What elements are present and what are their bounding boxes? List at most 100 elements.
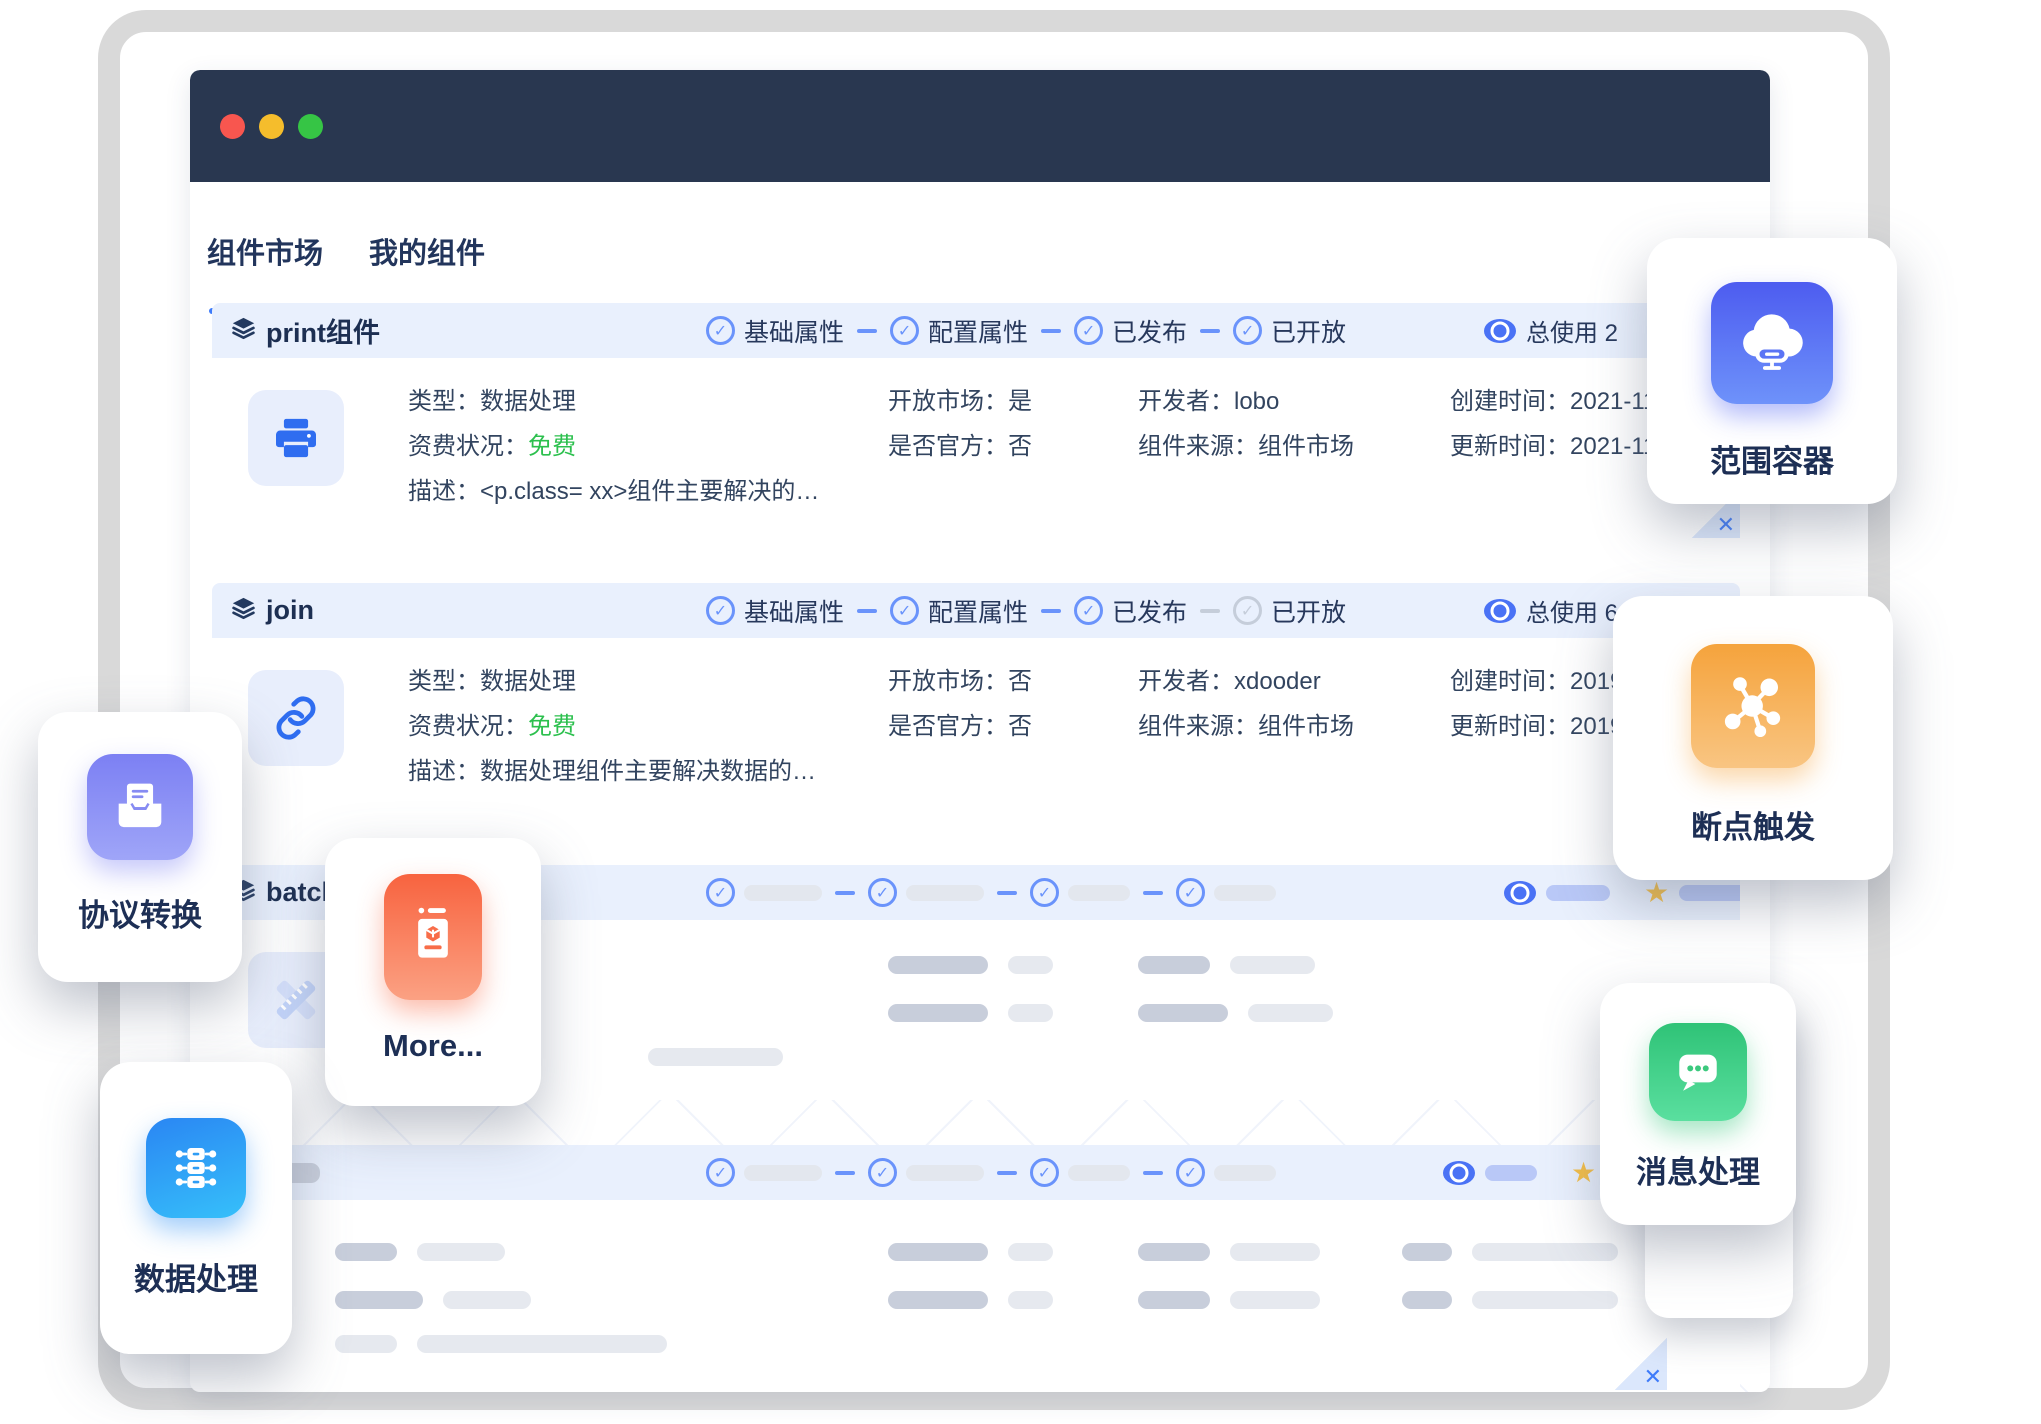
- star-icon: ★: [1571, 1159, 1596, 1187]
- card-header: print组件 ✓基础属性 ✓配置属性 ✓已发布 ✓已开放 总使用 2 ★ 总评: [212, 303, 1740, 358]
- close-window-button[interactable]: [220, 114, 245, 139]
- check-circle-icon: ✓: [890, 316, 919, 345]
- skeleton-row: [1138, 1291, 1320, 1309]
- step-connector: [997, 1171, 1017, 1175]
- skeleton-row: [335, 1291, 531, 1309]
- field-official: 是否官方：否: [888, 433, 1032, 460]
- check-circle-icon: ✓: [1233, 316, 1262, 345]
- check-circle-icon: ✓: [868, 1158, 897, 1187]
- step-connector: [997, 891, 1017, 895]
- step-published: ✓已发布: [1074, 313, 1187, 349]
- card-header: join ✓基础属性 ✓配置属性 ✓已发布 ✓已开放 总使用 6 ★ 总评: [212, 583, 1740, 638]
- window-titlebar: [190, 70, 1770, 182]
- card-title: join: [266, 595, 314, 626]
- card-title: print组件: [266, 311, 380, 350]
- close-icon[interactable]: ✕: [1717, 512, 1735, 538]
- floating-card-data-processing[interactable]: 数据处理: [100, 1062, 292, 1354]
- skeleton-row: [335, 1243, 505, 1261]
- tab-bar: 组件市场 我的组件: [207, 230, 485, 314]
- step-opened: ✓已开放: [1233, 313, 1346, 349]
- skeleton-bar: [1068, 1165, 1130, 1181]
- check-circle-icon: ✓: [706, 1158, 735, 1187]
- check-circle-icon: ✓: [1030, 1158, 1059, 1187]
- skeleton-row: [888, 956, 1053, 974]
- skeleton-bar: [1546, 885, 1610, 901]
- eye-icon: [1484, 319, 1516, 343]
- step-basic-attrs: ✓基础属性: [706, 593, 844, 629]
- check-circle-icon: ✓: [706, 878, 735, 907]
- floating-card-label: 数据处理: [134, 1254, 258, 1299]
- skeleton-bar: [906, 885, 984, 901]
- skeleton-row: [1138, 1243, 1320, 1261]
- skeleton-row: [888, 1291, 1053, 1309]
- eye-icon: [1504, 881, 1536, 905]
- component-card-join[interactable]: join ✓基础属性 ✓配置属性 ✓已发布 ✓已开放 总使用 6 ★ 总评: [212, 583, 1740, 818]
- step-config-attrs: ✓配置属性: [890, 593, 1028, 629]
- floating-card-breakpoint-trigger[interactable]: 断点触发: [1613, 596, 1893, 880]
- field-fee: 资费状况：免费: [408, 713, 816, 740]
- check-circle-icon: ✓: [1074, 596, 1103, 625]
- step-connector: [1143, 891, 1163, 895]
- step-opened-pending: ✓已开放: [1233, 593, 1346, 629]
- floating-card-scope-container[interactable]: 范围容器: [1647, 238, 1897, 504]
- component-card-skeleton[interactable]: ✓ ✓ ✓ ✓ ★: [212, 1145, 1740, 1392]
- usage-count: 总使用 2: [1526, 313, 1618, 348]
- check-circle-icon: ✓: [706, 316, 735, 345]
- skeleton-row: [335, 1335, 667, 1353]
- skeleton-row: [1138, 956, 1315, 974]
- step-connector: [1200, 609, 1220, 613]
- printer-icon: [248, 390, 344, 486]
- card-body: 类型：数据处理 资费状况：免费 描述：数据处理组件主要解决数据的… 开放市场：否…: [212, 638, 1740, 818]
- store-icon: [384, 874, 482, 1000]
- window-corner-fold[interactable]: ✕: [1615, 1338, 1667, 1390]
- minimize-window-button[interactable]: [259, 114, 284, 139]
- component-card-print[interactable]: print组件 ✓基础属性 ✓配置属性 ✓已发布 ✓已开放 总使用 2 ★ 总评: [212, 303, 1740, 538]
- field-desc: 描述：数据处理组件主要解决数据的…: [408, 758, 816, 785]
- step-connector: [1041, 329, 1061, 333]
- field-source: 组件来源：组件市场: [1138, 713, 1354, 740]
- maximize-window-button[interactable]: [298, 114, 323, 139]
- status-steps-skeleton: ✓ ✓ ✓ ✓: [706, 1145, 1276, 1200]
- tab-my-components[interactable]: 我的组件: [369, 230, 485, 314]
- eye-icon: [1443, 1161, 1475, 1185]
- skeleton-bar: [1485, 1165, 1537, 1181]
- check-circle-icon: ✓: [1030, 878, 1059, 907]
- star-icon: ★: [1644, 879, 1669, 907]
- floating-card-message-processing[interactable]: 消息处理: [1600, 983, 1796, 1225]
- field-type: 类型：数据处理: [408, 388, 819, 415]
- field-source: 组件来源：组件市场: [1138, 433, 1354, 460]
- usage-count: 总使用 6: [1526, 593, 1618, 628]
- step-config-attrs: ✓配置属性: [890, 313, 1028, 349]
- floating-card-label: More...: [383, 1028, 483, 1064]
- skeleton-row: [888, 1004, 1053, 1022]
- skeleton-row: [1138, 1004, 1333, 1022]
- skeleton-row: [888, 1243, 1053, 1261]
- screenshot-stage: 组件市场 我的组件 print组件 ✓基础属性 ✓配置属性 ✓已发布: [0, 0, 2041, 1424]
- card-body: 类型：数据处理 资费状况：免费 描述：<p.class= xx>组件主要解决的……: [212, 358, 1740, 538]
- check-circle-icon: ✓: [1176, 878, 1205, 907]
- skeleton-bar: [744, 1165, 822, 1181]
- check-circle-icon: ✓: [890, 596, 919, 625]
- floating-card-protocol-conversion[interactable]: 协议转换: [38, 712, 242, 982]
- step-connector: [857, 329, 877, 333]
- floating-card-label: 协议转换: [78, 890, 202, 935]
- skeleton-bar: [1068, 885, 1130, 901]
- tab-component-market[interactable]: 组件市场: [207, 230, 323, 314]
- skeleton-bar: [906, 1165, 984, 1181]
- field-official: 是否官方：否: [888, 713, 1032, 740]
- floating-card-more[interactable]: More...: [325, 838, 541, 1106]
- field-desc: 描述：<p.class= xx>组件主要解决的…: [408, 478, 819, 505]
- link-icon: [248, 670, 344, 766]
- check-circle-icon: ✓: [1074, 316, 1103, 345]
- field-developer: 开发者：xdooder: [1138, 668, 1354, 695]
- close-icon[interactable]: ✕: [1644, 1364, 1662, 1390]
- step-basic-attrs: ✓基础属性: [706, 313, 844, 349]
- field-open-market: 开放市场：否: [888, 668, 1032, 695]
- field-fee: 资费状况：免费: [408, 433, 819, 460]
- status-steps: ✓基础属性 ✓配置属性 ✓已发布 ✓已开放: [706, 303, 1346, 358]
- step-connector: [1041, 609, 1061, 613]
- status-steps-skeleton: ✓ ✓ ✓ ✓: [706, 865, 1276, 920]
- step-connector: [835, 891, 855, 895]
- layers-icon: [230, 315, 257, 347]
- skeleton-row: [1402, 1243, 1618, 1261]
